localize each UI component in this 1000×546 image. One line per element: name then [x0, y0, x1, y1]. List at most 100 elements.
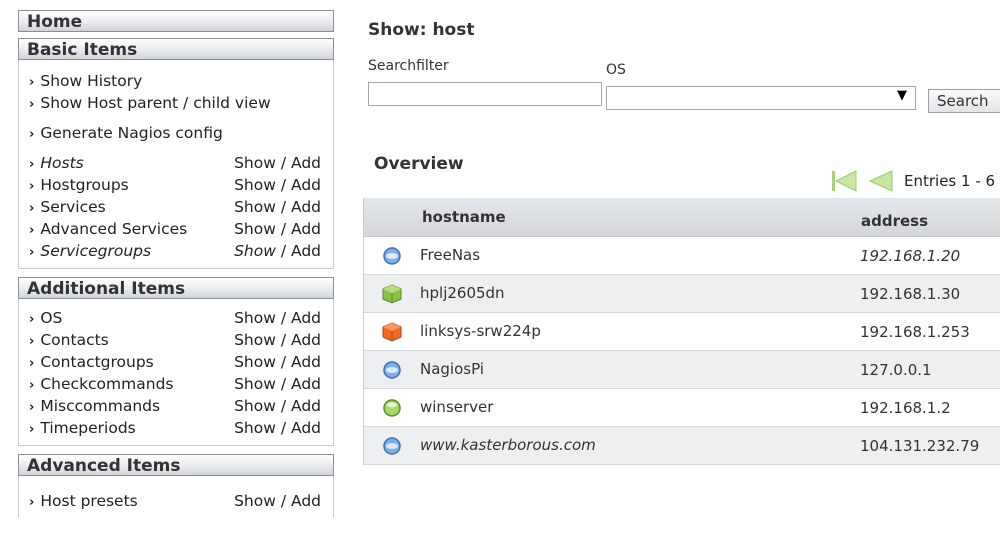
chevron-right-icon: ›: [29, 495, 35, 510]
os-select[interactable]: ▼: [606, 86, 916, 110]
pager-controls: [832, 170, 893, 192]
table-row[interactable]: NagiosPi 127.0.0.1: [364, 351, 1000, 389]
advanced-items-header: Advanced Items: [18, 454, 334, 476]
add-link[interactable]: Add: [291, 397, 321, 415]
add-link[interactable]: Add: [291, 198, 321, 216]
chevron-right-icon: ›: [29, 312, 35, 327]
hostname-cell[interactable]: FreeNas: [420, 246, 480, 264]
show-history-link[interactable]: › Show History: [29, 70, 327, 92]
address-cell: 127.0.0.1: [860, 361, 932, 379]
hostname-cell[interactable]: linksys-srw224p: [420, 322, 541, 340]
show-link[interactable]: Show: [234, 198, 276, 216]
address-cell: 192.168.1.30: [860, 285, 961, 303]
entries-count: Entries 1 - 6: [904, 172, 996, 190]
address-cell: 192.168.1.253: [860, 323, 970, 341]
previous-page-icon[interactable]: [868, 170, 893, 192]
show-link[interactable]: Show: [234, 309, 276, 327]
chevron-right-icon: ›: [29, 422, 35, 437]
chevron-right-icon: ›: [29, 179, 35, 194]
chevron-right-icon: ›: [29, 157, 35, 172]
sidebar-item-hosts: › Hosts Show / Add: [29, 154, 321, 172]
show-link[interactable]: Show: [234, 419, 276, 437]
searchfilter-input[interactable]: [368, 82, 602, 106]
add-link[interactable]: Add: [291, 242, 321, 260]
show-link[interactable]: Show: [234, 397, 276, 415]
table-row[interactable]: hplj2605dn 192.168.1.30: [364, 275, 1000, 313]
hostname-cell[interactable]: winserver: [420, 398, 493, 416]
show-link[interactable]: Show: [234, 375, 276, 393]
hostname-column-header[interactable]: hostname: [422, 208, 506, 226]
show-link[interactable]: Show: [234, 220, 276, 238]
hostname-cell[interactable]: NagiosPi: [420, 360, 484, 378]
searchfilter-label: Searchfilter: [368, 58, 449, 74]
chevron-right-icon: ›: [29, 75, 35, 90]
chevron-right-icon: ›: [29, 400, 35, 415]
sidebar-item-services: › Services Show / Add: [29, 198, 321, 216]
dropdown-arrow-icon: ▼: [897, 88, 907, 103]
add-link[interactable]: Add: [291, 419, 321, 437]
table-header: hostname address: [364, 198, 1000, 237]
address-cell: 192.168.1.2: [860, 399, 951, 417]
add-link[interactable]: Add: [291, 220, 321, 238]
add-link[interactable]: Add: [291, 492, 321, 510]
add-link[interactable]: Add: [291, 375, 321, 393]
green-orb-icon: [383, 399, 401, 417]
chevron-right-icon: ›: [29, 201, 35, 216]
sidebar-item-hostgroups: › Hostgroups Show / Add: [29, 176, 321, 194]
show-link[interactable]: Show: [234, 353, 276, 371]
os-label: OS: [606, 62, 626, 78]
additional-items-header: Additional Items: [18, 277, 334, 299]
sidebar-item-timeperiods: › Timeperiods Show / Add: [29, 419, 321, 437]
add-link[interactable]: Add: [291, 154, 321, 172]
address-column-header[interactable]: address: [861, 212, 928, 230]
advanced-items-section: › Host presets Show / Add: [18, 476, 334, 518]
host-table: hostname address FreeNas 192.168.1.20 hp…: [363, 198, 1000, 465]
hostname-cell[interactable]: www.kasterborous.com: [420, 436, 596, 454]
sidebar-item-checkcommands: › Checkcommands Show / Add: [29, 375, 321, 393]
freebsd-icon: [383, 247, 401, 265]
address-cell: 104.131.232.79: [860, 437, 980, 455]
first-page-icon[interactable]: [832, 170, 857, 192]
add-link[interactable]: Add: [291, 176, 321, 194]
sidebar-item-misccommands: › Misccommands Show / Add: [29, 397, 321, 415]
add-link[interactable]: Add: [291, 309, 321, 327]
sidebar: Home Basic Items › Show History › Show Hos…: [18, 10, 334, 518]
chevron-right-icon: ›: [29, 356, 35, 371]
add-link[interactable]: Add: [291, 353, 321, 371]
basic-items-section: › Show History › Show Host parent / child …: [18, 60, 334, 269]
sidebar-item-advanced-services: › Advanced Services Show / Add: [29, 220, 321, 238]
chevron-right-icon: ›: [29, 334, 35, 349]
sidebar-item-contacts: › Contacts Show / Add: [29, 331, 321, 349]
show-link[interactable]: Show: [234, 492, 276, 510]
sidebar-item-host-presets: › Host presets Show / Add: [29, 492, 321, 510]
orange-cube-icon: [382, 322, 402, 342]
chevron-right-icon: ›: [29, 97, 35, 112]
address-cell: 192.168.1.20: [860, 247, 961, 265]
show-link[interactable]: Show: [234, 154, 276, 172]
chevron-right-icon: ›: [29, 223, 35, 238]
sidebar-item-servicegroups: › Servicegroups Show / Add: [29, 242, 321, 260]
table-row[interactable]: FreeNas 192.168.1.20: [364, 237, 1000, 275]
basic-items-header: Basic Items: [18, 38, 334, 60]
blue-globe-icon: [383, 361, 401, 379]
page-title: Show: host: [368, 20, 475, 40]
table-row[interactable]: linksys-srw224p 192.168.1.253: [364, 313, 1000, 351]
show-link[interactable]: Show: [234, 176, 276, 194]
overview-heading: Overview: [374, 154, 464, 174]
additional-items-section: › OS Show / Add › Contacts Show / Add › Conta…: [18, 299, 334, 446]
generate-nagios-config-link[interactable]: › Generate Nagios config: [29, 122, 327, 144]
table-row[interactable]: winserver 192.168.1.2: [364, 389, 1000, 427]
sidebar-item-contactgroups: › Contactgroups Show / Add: [29, 353, 321, 371]
chevron-right-icon: ›: [29, 127, 35, 142]
table-row[interactable]: www.kasterborous.com 104.131.232.79: [364, 427, 1000, 465]
show-host-parent-child-link[interactable]: › Show Host parent / child view: [29, 92, 327, 114]
add-link[interactable]: Add: [291, 331, 321, 349]
search-button[interactable]: Search: [928, 89, 1000, 113]
show-link[interactable]: Show: [234, 242, 276, 260]
green-cube-icon: [382, 284, 402, 304]
hostname-cell[interactable]: hplj2605dn: [420, 284, 505, 302]
home-link[interactable]: Home: [18, 10, 334, 32]
show-link[interactable]: Show: [234, 331, 276, 349]
chevron-right-icon: ›: [29, 378, 35, 393]
chevron-right-icon: ›: [29, 245, 35, 260]
